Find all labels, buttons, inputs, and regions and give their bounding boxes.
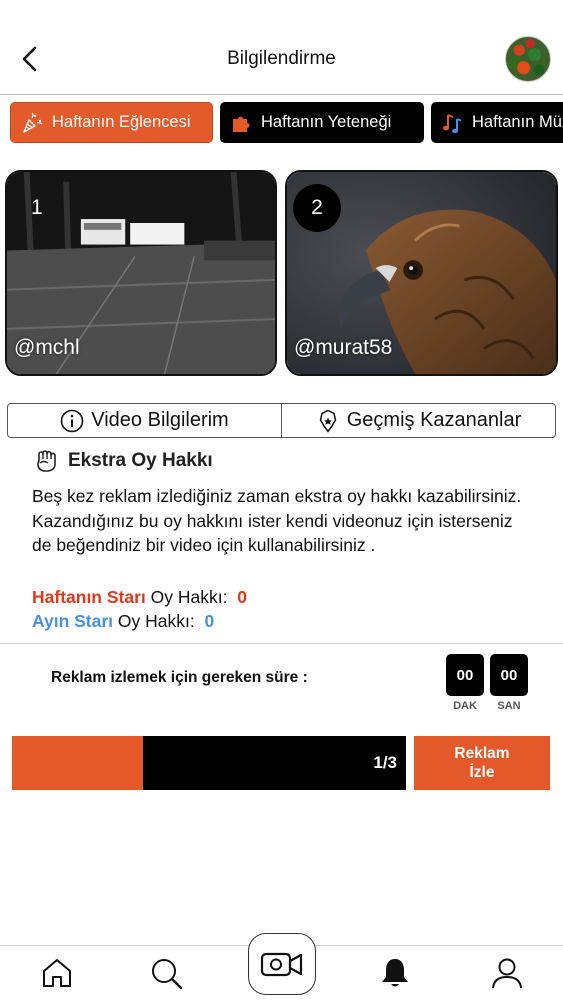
record-video-button[interactable]: [248, 933, 316, 995]
watch-ad-label-line2: İzle: [469, 764, 495, 781]
party-popper-icon: [23, 112, 43, 133]
watch-ad-button[interactable]: Reklam İzle: [414, 736, 550, 790]
ad-progress-fill: [12, 736, 144, 790]
info-icon: [60, 409, 84, 432]
category-tabs: Haftanın Eğlencesi Haftanın Yeteneği Haf…: [0, 102, 563, 144]
profile-icon[interactable]: [490, 956, 524, 990]
video-handle: @mchl: [14, 336, 80, 359]
raised-fist-icon: [37, 450, 56, 472]
search-icon[interactable]: [149, 956, 183, 990]
bell-icon[interactable]: [378, 956, 412, 990]
avatar[interactable]: [505, 36, 551, 82]
extra-vote-heading: Ekstra Oy Hakkı: [32, 447, 213, 475]
info-segmented-control: Video Bilgilerim Geçmiş Kazananlar: [7, 403, 556, 438]
header-divider: [0, 94, 563, 95]
puzzle-icon: [233, 116, 250, 132]
tab-week-fun-label: Haftanın Eğlencesi: [52, 113, 191, 131]
page-title: Bilgilendirme: [227, 48, 336, 69]
ad-countdown-label: Reklam izlemek için gereken süre :: [51, 669, 308, 686]
minutes-unit-label: DAK: [453, 700, 477, 712]
video-card[interactable]: 1 @mchl: [5, 170, 277, 376]
video-info-button[interactable]: Video Bilgilerim: [8, 404, 281, 437]
week-star-votes-row: Haftanın Starı Oy Hakkı: 0: [32, 587, 247, 608]
week-star-votes: 0: [237, 587, 247, 607]
seconds-unit-label: SAN: [497, 700, 521, 712]
watch-ad-label-line1: Reklam: [454, 745, 510, 762]
tab-week-fun[interactable]: Haftanın Eğlencesi: [10, 102, 213, 143]
video-handle: @murat58: [294, 336, 393, 359]
tab-week-music[interactable]: Haftanın Müziği: [431, 102, 563, 143]
vote-label: Oy Hakkı:: [117, 611, 195, 631]
award-badge-icon: [319, 409, 337, 433]
music-note-icon: [443, 113, 462, 133]
month-star-votes-row: Ayın Starı Oy Hakkı: 0: [32, 611, 214, 632]
past-winners-label: Geçmiş Kazananlar: [346, 409, 522, 431]
header: Bilgilendirme: [0, 0, 563, 95]
video-camera-icon: [260, 952, 303, 977]
extra-vote-title: Ekstra Oy Hakkı: [68, 450, 213, 471]
countdown-minutes: 00: [446, 654, 484, 696]
tab-week-music-label: Haftanın Müziği: [472, 113, 563, 131]
month-star-votes: 0: [204, 611, 215, 631]
month-star-label: Ayın Starı: [32, 611, 114, 631]
tab-week-talent-label: Haftanın Yeteneği: [261, 113, 392, 131]
ad-progress-bar: 1/3: [12, 736, 406, 790]
vote-label: Oy Hakkı:: [150, 587, 228, 607]
video-rank-badge: 2: [293, 184, 341, 232]
countdown-seconds: 00: [490, 654, 528, 696]
past-winners-button[interactable]: Geçmiş Kazananlar: [281, 404, 555, 437]
section-divider: [0, 643, 563, 644]
video-info-label: Video Bilgilerim: [91, 409, 229, 431]
video-card[interactable]: 2 @murat58: [285, 170, 558, 376]
extra-vote-description: Beş kez reklam izlediğiniz zaman ekstra …: [32, 486, 522, 555]
week-star-label: Haftanın Starı: [32, 587, 146, 607]
tab-week-talent[interactable]: Haftanın Yeteneği: [220, 102, 424, 143]
home-icon[interactable]: [40, 956, 74, 990]
ad-progress-text: 1/3: [373, 753, 397, 772]
video-rank: 1: [31, 196, 43, 219]
